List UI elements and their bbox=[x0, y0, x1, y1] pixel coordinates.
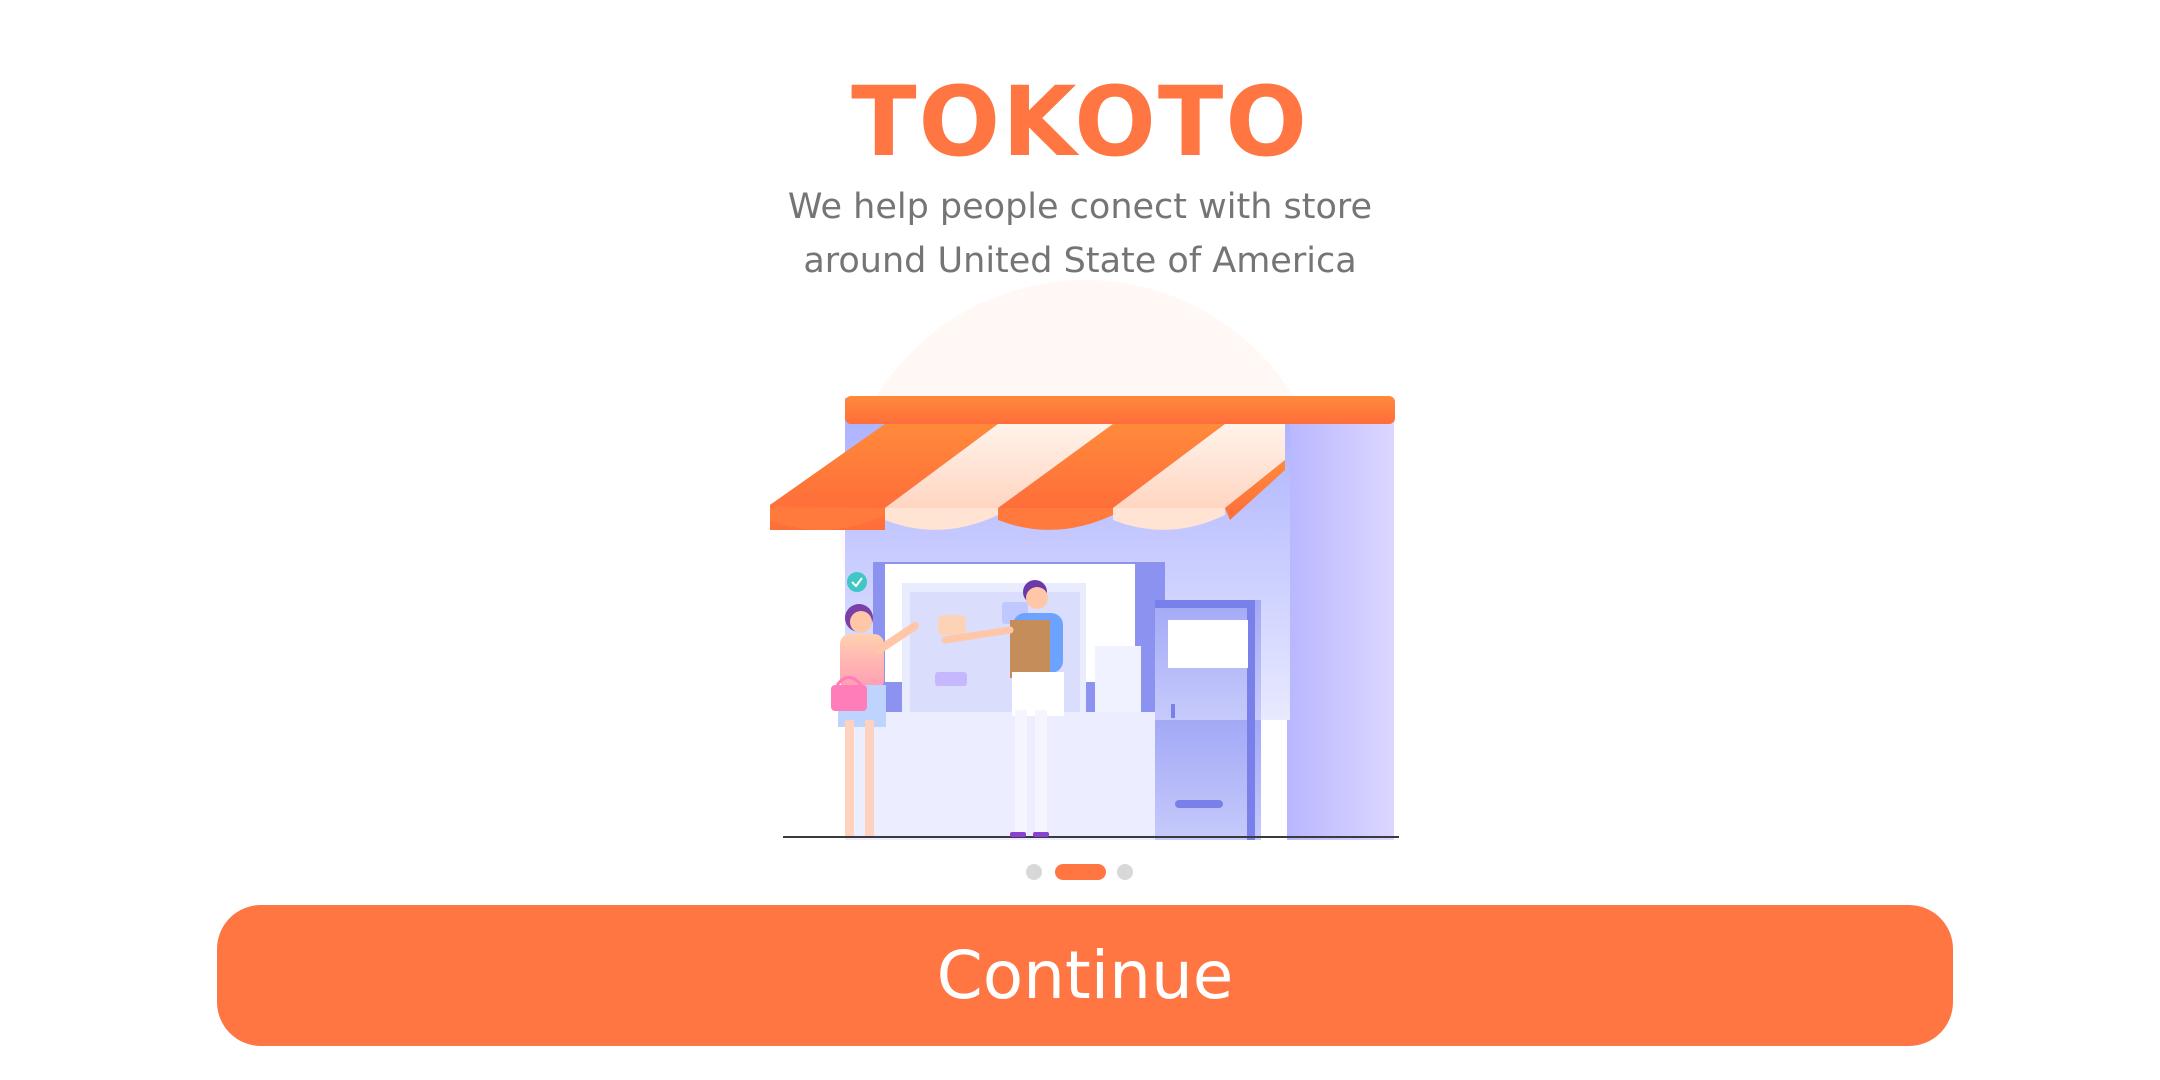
page-indicator-dot-active[interactable] bbox=[1055, 864, 1106, 880]
splash-subtitle: We help people conect with store around … bbox=[0, 180, 2160, 288]
page-indicator bbox=[0, 864, 2160, 880]
continue-button[interactable]: Continue bbox=[217, 905, 1953, 1046]
subtitle-line-1: We help people conect with store bbox=[787, 187, 1373, 227]
storefront-icon bbox=[770, 280, 1399, 840]
app-title: TOKOTO bbox=[851, 66, 1309, 178]
storefront-illustration bbox=[765, 280, 1415, 840]
page-indicator-dot[interactable] bbox=[1026, 864, 1042, 880]
page-indicator-dot[interactable] bbox=[1117, 864, 1133, 880]
